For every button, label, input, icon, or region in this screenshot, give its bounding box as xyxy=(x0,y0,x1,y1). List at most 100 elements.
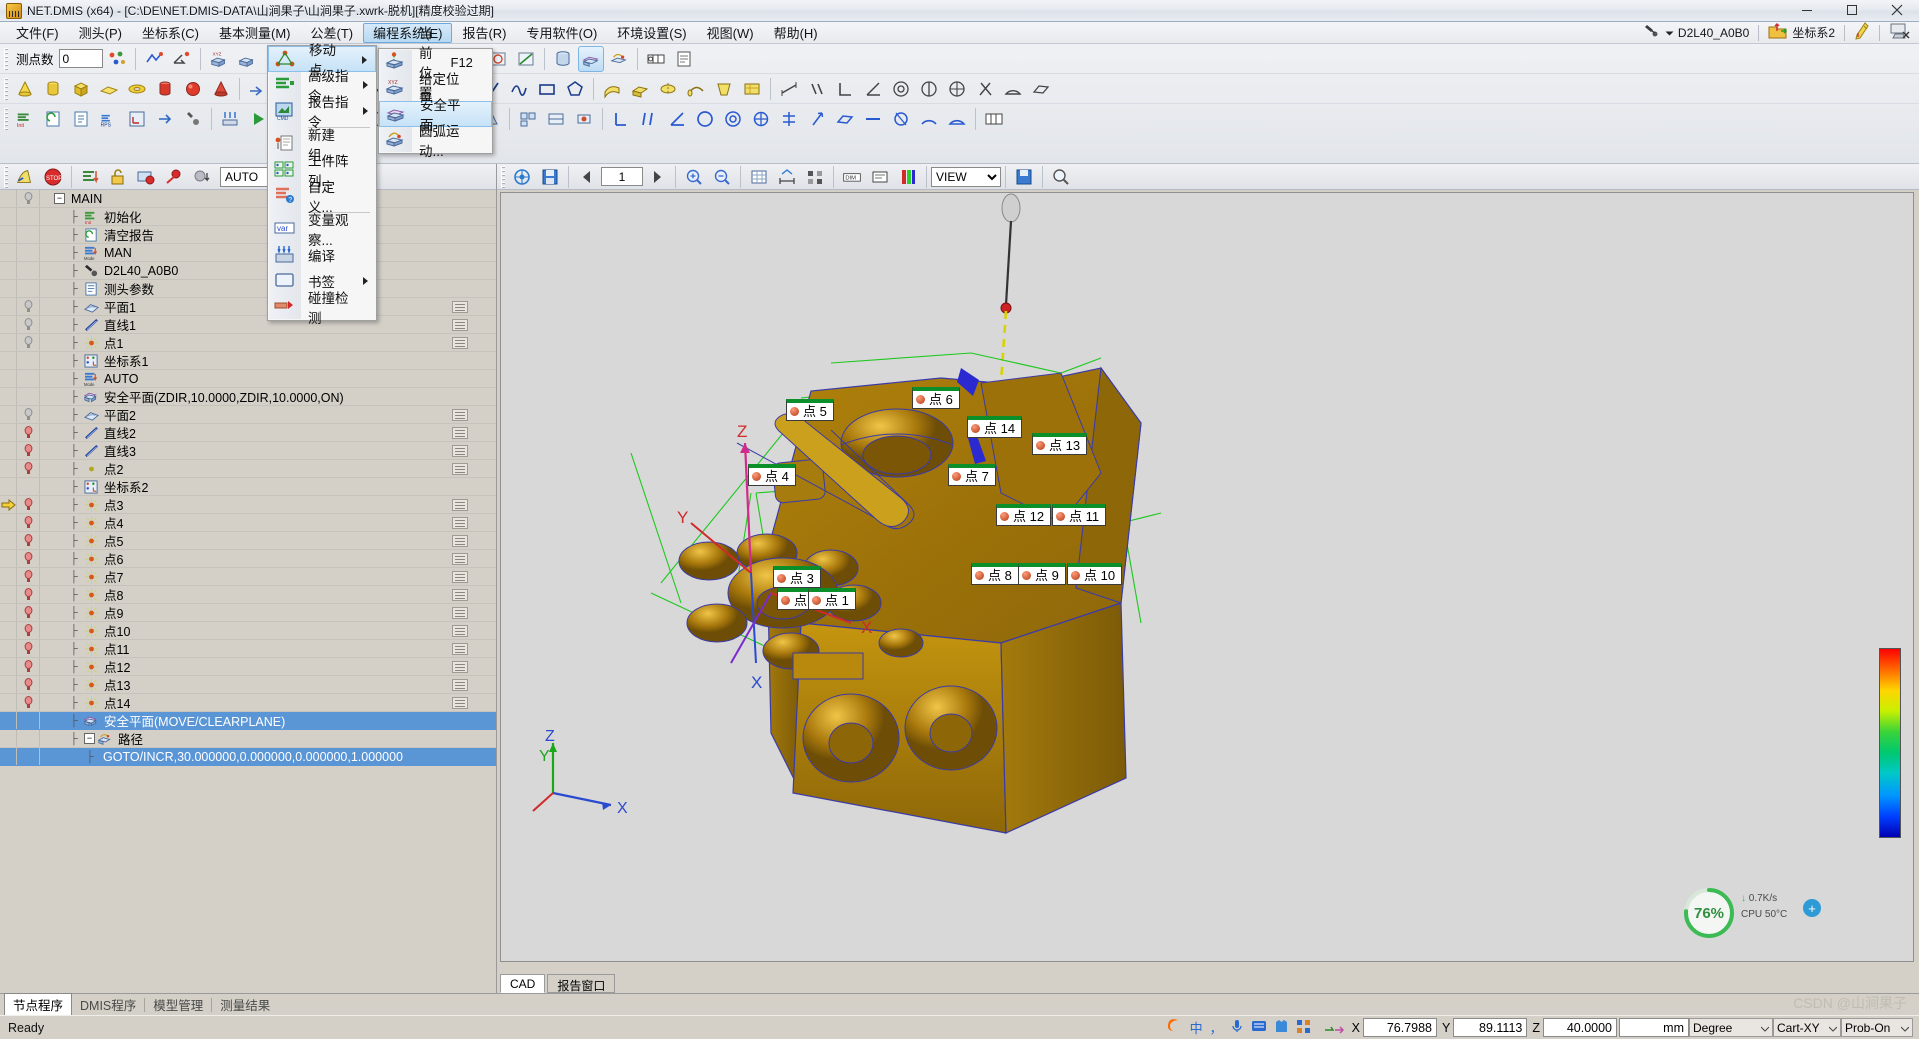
probe-state-select[interactable]: Prob-On xyxy=(1841,1018,1913,1037)
measurement-point-label[interactable]: 点 9 xyxy=(1018,563,1066,585)
bottom-tab-model-manage[interactable]: 模型管理 xyxy=(145,993,211,1016)
dimension-display-icon[interactable]: DIM xyxy=(839,164,865,190)
tree-gutter-marker[interactable] xyxy=(0,568,17,585)
breakpoint-bulb-icon[interactable] xyxy=(24,642,33,655)
tree-gutter-marker[interactable] xyxy=(0,532,17,549)
annotation-display-icon[interactable] xyxy=(867,164,893,190)
construct-3-icon[interactable] xyxy=(513,46,539,72)
ime-mode-label[interactable]: 中 xyxy=(1190,1018,1203,1037)
save-model-icon[interactable] xyxy=(537,164,563,190)
colormap-display-icon[interactable] xyxy=(895,164,921,190)
tree-row[interactable]: ├ 点7 xyxy=(0,568,496,586)
tree-gutter-bulb[interactable] xyxy=(17,478,40,495)
tree-gutter-marker[interactable] xyxy=(0,460,17,477)
tree-row-detail-button[interactable] xyxy=(452,463,468,475)
tree-gutter-marker[interactable] xyxy=(0,262,17,279)
tree-row[interactable]: ├ 清空报告 xyxy=(0,226,496,244)
breakpoint-bulb-icon[interactable] xyxy=(24,570,33,583)
dim-symmetry-icon[interactable] xyxy=(916,76,942,102)
tree-row[interactable]: ├ 点13 xyxy=(0,676,496,694)
tree-row-detail-button[interactable] xyxy=(452,553,468,565)
bottom-tab-measure-result[interactable]: 测量结果 xyxy=(212,993,278,1016)
move-command-icon[interactable] xyxy=(152,106,178,132)
tree-gutter-bulb[interactable] xyxy=(17,442,40,459)
tree-row-detail-button[interactable] xyxy=(452,409,468,421)
apps-icon[interactable] xyxy=(1296,1019,1311,1037)
circularity-symbol-icon[interactable] xyxy=(692,106,718,132)
next-page-icon[interactable] xyxy=(644,164,670,190)
tree-gutter-bulb[interactable] xyxy=(17,298,40,315)
tree-gutter-marker[interactable] xyxy=(0,244,17,261)
view-tab-cad[interactable]: CAD xyxy=(500,974,546,993)
tree-row[interactable]: ├ Mode AUTO xyxy=(0,370,496,388)
menu-report[interactable]: 报告(R) xyxy=(452,23,516,43)
keyboard-icon[interactable] xyxy=(1251,1019,1267,1036)
breakpoint-bulb-icon[interactable] xyxy=(24,498,33,511)
breakpoint-bulb-icon[interactable] xyxy=(24,624,33,637)
measurement-point-label[interactable]: 点 12 xyxy=(996,504,1052,526)
tree-gutter-marker[interactable] xyxy=(0,514,17,531)
cpu-monitor-widget[interactable]: 76% ↓ 0.7K/s CPU 50°C + xyxy=(1681,885,1841,941)
tree-row-detail-button[interactable] xyxy=(452,571,468,583)
run-program-icon[interactable] xyxy=(12,164,38,190)
tree-row[interactable]: ├ D2L40_A0B0 xyxy=(0,262,496,280)
tree-row[interactable]: ├ 平面2 xyxy=(0,406,496,424)
compile-command-icon[interactable] xyxy=(217,106,243,132)
database-icon[interactable] xyxy=(550,46,576,72)
gdt-toolbar-icon[interactable] xyxy=(643,46,669,72)
surface-profile-symbol-icon[interactable] xyxy=(944,106,970,132)
breakpoint-bulb-icon[interactable] xyxy=(24,300,33,313)
straightness-symbol-icon[interactable] xyxy=(860,106,886,132)
tree-row-detail-button[interactable] xyxy=(452,607,468,619)
tree-gutter-bulb[interactable] xyxy=(17,640,40,657)
tree-row[interactable]: ├ − 路径 xyxy=(0,730,496,748)
angle-unit-select[interactable]: Degree xyxy=(1689,1018,1773,1037)
tree-gutter-bulb[interactable] xyxy=(17,622,40,639)
surface-extrude-icon[interactable] xyxy=(627,76,653,102)
tree-gutter-bulb[interactable] xyxy=(17,730,40,747)
tree-row-detail-button[interactable] xyxy=(452,643,468,655)
dim-profile-icon[interactable] xyxy=(1000,76,1026,102)
breakpoint-bulb-icon[interactable] xyxy=(24,606,33,619)
sogou-ime-icon[interactable] xyxy=(1163,1016,1183,1039)
torus-shape-icon[interactable] xyxy=(124,76,150,102)
breakpoint-bulb-icon[interactable] xyxy=(24,552,33,565)
tree-row[interactable]: ├ 点3 xyxy=(0,496,496,514)
menu-item-report-command[interactable]: CMD 报告指令 xyxy=(268,95,376,130)
tree-gutter-bulb[interactable] xyxy=(17,316,40,333)
menu-programming-system[interactable]: 编程系统(E) xyxy=(363,22,453,43)
breakpoint-bulb-icon[interactable] xyxy=(24,678,33,691)
tree-gutter-marker[interactable] xyxy=(0,658,17,675)
measurement-point-label[interactable]: 点 7 xyxy=(948,464,996,486)
angle-symbol-icon[interactable] xyxy=(664,106,690,132)
measurement-point-label[interactable]: 点 13 xyxy=(1032,433,1088,455)
delete-marker-icon[interactable] xyxy=(161,164,187,190)
measurement-point-label[interactable]: 点 8 xyxy=(971,563,1019,585)
breakpoint-bulb-icon[interactable] xyxy=(24,696,33,709)
view-toolbar-grip[interactable] xyxy=(501,165,505,188)
dim-angle-icon[interactable] xyxy=(860,76,886,102)
draw-rect-icon[interactable] xyxy=(534,76,560,102)
tree-gutter-marker[interactable] xyxy=(0,748,17,765)
toolbar-grip-2[interactable] xyxy=(4,77,8,100)
maximize-button[interactable] xyxy=(1829,0,1874,21)
surface-fill-icon[interactable] xyxy=(739,76,765,102)
page-number-input[interactable] xyxy=(601,167,643,186)
menu-help[interactable]: 帮助(H) xyxy=(764,23,828,43)
dim-perp-icon[interactable] xyxy=(832,76,858,102)
tree-gutter-bulb[interactable] xyxy=(17,676,40,693)
breakpoint-bulb-icon[interactable] xyxy=(24,516,33,529)
draw-polygon-icon[interactable] xyxy=(562,76,588,102)
tree-row-detail-button[interactable] xyxy=(452,301,468,313)
tree-row[interactable]: ├ Init 初始化 xyxy=(0,208,496,226)
profile-symbol-icon[interactable] xyxy=(916,106,942,132)
probe-state-chevron-down-icon[interactable] xyxy=(1900,1021,1910,1035)
3d-viewport[interactable]: Z Y X X Z Y X 点 5 点 6 点 14 点 13 点 4 点 7 … xyxy=(500,192,1914,962)
cube-xyz-icon[interactable]: XYZ xyxy=(206,46,232,72)
tree-gutter-bulb[interactable] xyxy=(17,550,40,567)
position-symbol-icon[interactable] xyxy=(748,106,774,132)
angle-unit-chevron-down-icon[interactable] xyxy=(1760,1021,1770,1035)
tree-gutter-bulb[interactable] xyxy=(17,370,40,387)
open-model-icon[interactable] xyxy=(509,164,535,190)
draw-spline-icon[interactable] xyxy=(506,76,532,102)
